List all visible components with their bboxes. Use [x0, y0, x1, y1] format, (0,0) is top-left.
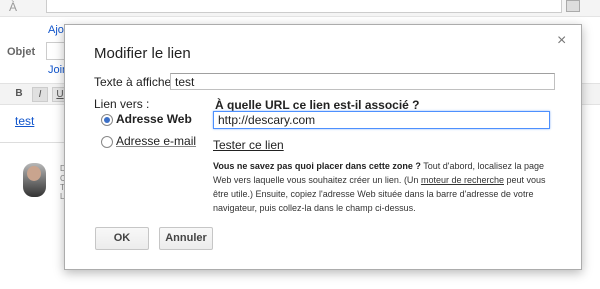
help-text: Vous ne savez pas quoi placer dans cette… — [213, 159, 551, 215]
web-address-label[interactable]: Adresse Web — [116, 112, 192, 126]
add-cc-link[interactable]: Ajo — [48, 24, 64, 36]
bold-button[interactable]: B — [12, 87, 26, 100]
to-label: À — [9, 0, 18, 14]
display-text-label: Texte à afficher : — [94, 75, 182, 89]
display-text-input[interactable] — [170, 73, 555, 90]
test-link[interactable]: Tester ce lien — [213, 138, 284, 152]
email-address-label[interactable]: Adresse e-mail — [116, 134, 196, 148]
url-input[interactable] — [213, 111, 550, 129]
ok-button[interactable]: OK — [95, 227, 149, 250]
italic-button[interactable]: I — [32, 87, 48, 102]
close-icon[interactable]: × — [557, 32, 566, 50]
signature-divider — [0, 142, 64, 143]
subject-label: Objet — [7, 46, 36, 58]
url-question-label: À quelle URL ce lien est-il associé ? — [215, 98, 420, 112]
signature-photo — [23, 163, 46, 197]
dialog-title: Modifier le lien — [94, 45, 191, 62]
search-engine-link[interactable]: moteur de recherche — [421, 175, 504, 185]
attach-icon[interactable] — [566, 0, 580, 12]
edit-link-dialog: Modifier le lien × Texte à afficher : Li… — [64, 24, 582, 270]
link-to-label: Lien vers : — [94, 97, 150, 111]
email-address-radio[interactable] — [101, 136, 113, 148]
body-link[interactable]: test — [15, 114, 34, 128]
help-intro: Vous ne savez pas quoi placer dans cette… — [213, 161, 421, 171]
to-field[interactable] — [46, 0, 562, 13]
web-address-radio[interactable] — [101, 114, 113, 126]
cancel-button[interactable]: Annuler — [159, 227, 213, 250]
